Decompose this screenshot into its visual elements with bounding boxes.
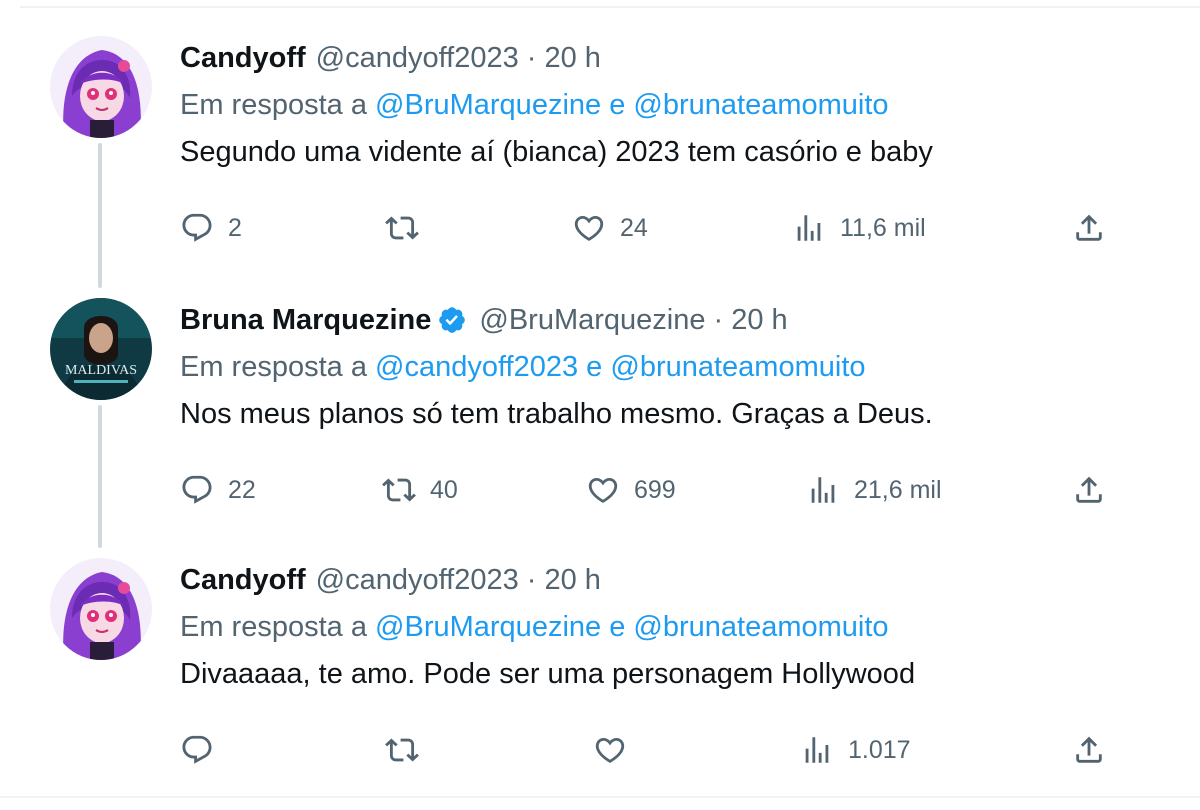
reply-prefix: Em resposta a xyxy=(180,89,367,121)
avatar[interactable] xyxy=(50,36,152,138)
author-handle[interactable]: @candyoff2023 xyxy=(316,38,519,78)
tweet-header: Candyoff @candyoff2023 · 20 h xyxy=(180,560,1140,600)
share-button[interactable] xyxy=(1072,468,1106,512)
share-icon xyxy=(1076,214,1102,241)
mention-link[interactable]: @BruMarquezine xyxy=(375,611,601,643)
views-chart-icon xyxy=(805,737,829,763)
tweet-content: Candyoff @candyoff2023 · 20 h Em respost… xyxy=(180,38,1140,174)
mention-link[interactable]: @brunateamomuito xyxy=(633,611,888,643)
retweet-icon xyxy=(382,478,416,502)
avatar[interactable]: MALDIVAS xyxy=(50,298,152,400)
tweet-header: Candyoff @candyoff2023 · 20 h xyxy=(180,38,1140,78)
tweet[interactable]: Candyoff @candyoff2023 · 20 h Em respost… xyxy=(0,28,1200,288)
bottom-divider xyxy=(0,796,1200,798)
author-name[interactable]: Candyoff xyxy=(180,560,306,600)
reply-button[interactable] xyxy=(180,728,228,772)
views-button[interactable]: 1.017 xyxy=(800,728,911,772)
avatar-logo-text: MALDIVAS xyxy=(65,363,137,378)
view-count: 21,6 mil xyxy=(854,475,942,504)
views-chart-icon xyxy=(797,215,821,241)
share-button[interactable] xyxy=(1072,728,1106,772)
retweet-button[interactable]: 40 xyxy=(382,468,458,512)
reply-context: Em resposta a @candyoff2023 e @brunateam… xyxy=(180,346,1140,388)
reply-icon xyxy=(182,735,212,764)
retweet-button[interactable] xyxy=(385,728,433,772)
retweet-icon xyxy=(385,738,419,762)
views-button[interactable]: 11,6 mil xyxy=(792,206,926,250)
tweet-actions: 1.017 xyxy=(180,728,1120,772)
share-icon xyxy=(1076,476,1102,503)
tweet[interactable]: Candyoff @candyoff2023 · 20 h Em respost… xyxy=(0,550,1200,810)
reply-joiner: e xyxy=(609,89,626,121)
reply-button[interactable]: 22 xyxy=(180,468,256,512)
mention-link[interactable]: @brunateamomuito xyxy=(633,89,888,121)
like-button[interactable]: 24 xyxy=(572,206,648,250)
reply-count: 22 xyxy=(228,475,256,504)
author-handle[interactable]: @BruMarquezine xyxy=(479,300,705,340)
reply-icon xyxy=(182,475,212,504)
tweet-time[interactable]: · 20 h xyxy=(713,300,787,340)
like-button[interactable] xyxy=(593,728,641,772)
verified-badge-icon xyxy=(439,307,466,333)
tweet[interactable]: MALDIVAS Bruna Marquezine @BruMarquezine… xyxy=(0,290,1200,550)
mention-link[interactable]: @brunateamomuito xyxy=(610,351,865,383)
tweet-time[interactable]: · 20 h xyxy=(527,560,601,600)
views-chart-icon xyxy=(811,477,835,503)
heart-icon xyxy=(595,737,625,763)
like-count: 699 xyxy=(634,475,676,504)
tweet-text: Nos meus planos só tem trabalho mesmo. G… xyxy=(180,398,933,430)
tweet-time[interactable]: · 20 h xyxy=(527,38,601,78)
reply-count: 2 xyxy=(228,213,242,242)
reply-joiner: e xyxy=(586,351,603,383)
avatar[interactable] xyxy=(50,558,152,660)
like-count: 24 xyxy=(620,213,648,242)
reply-context: Em resposta a @BruMarquezine e @brunatea… xyxy=(180,606,1140,648)
heart-icon xyxy=(574,215,604,241)
view-count: 11,6 mil xyxy=(840,213,926,242)
reply-icon xyxy=(182,213,212,242)
reply-prefix: Em resposta a xyxy=(180,351,367,383)
views-button[interactable]: 21,6 mil xyxy=(806,468,942,512)
retweet-count: 40 xyxy=(430,475,458,504)
top-divider xyxy=(20,6,1200,8)
tweet-text: Segundo uma vidente aí (bianca) 2023 tem… xyxy=(180,136,933,168)
retweet-icon xyxy=(385,216,419,240)
author-name[interactable]: Bruna Marquezine xyxy=(180,300,431,340)
tweet-actions: 2 24 11,6 mil xyxy=(180,206,1120,250)
heart-icon xyxy=(588,477,618,503)
tweet-actions: 22 40 699 21,6 mil xyxy=(180,468,1120,512)
share-icon xyxy=(1076,736,1102,763)
reply-prefix: Em resposta a xyxy=(180,611,367,643)
tweet-content: Candyoff @candyoff2023 · 20 h Em respost… xyxy=(180,560,1140,696)
tweet-text: Divaaaaa, te amo. Pode ser uma personage… xyxy=(180,658,916,690)
reply-button[interactable]: 2 xyxy=(180,206,242,250)
tweet-content: Bruna Marquezine @BruMarquezine · 20 h E… xyxy=(180,300,1140,436)
reply-context: Em resposta a @BruMarquezine e @brunatea… xyxy=(180,84,1140,126)
author-handle[interactable]: @candyoff2023 xyxy=(316,560,519,600)
tweet-header: Bruna Marquezine @BruMarquezine · 20 h xyxy=(180,300,1140,340)
share-button[interactable] xyxy=(1072,206,1106,250)
view-count: 1.017 xyxy=(848,735,911,764)
author-name[interactable]: Candyoff xyxy=(180,38,306,78)
reply-joiner: e xyxy=(609,611,626,643)
retweet-button[interactable] xyxy=(385,206,433,250)
mention-link[interactable]: @candyoff2023 xyxy=(375,351,578,383)
mention-link[interactable]: @BruMarquezine xyxy=(375,89,601,121)
like-button[interactable]: 699 xyxy=(586,468,676,512)
